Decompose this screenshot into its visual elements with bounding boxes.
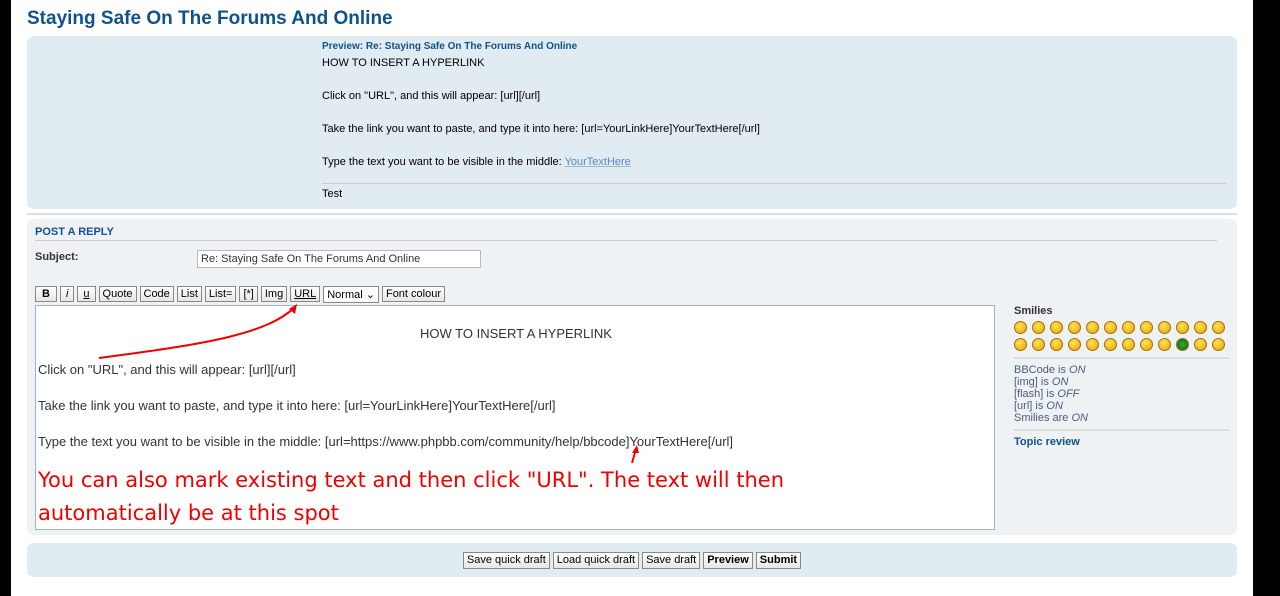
topic-review-link[interactable]: Topic review [1014, 436, 1229, 448]
status-flash: [flash] is OFF [1014, 388, 1080, 400]
font-colour-button[interactable]: Font colour [381, 286, 445, 302]
bold-button[interactable]: B [35, 286, 57, 302]
smiley-icon[interactable] [1140, 338, 1153, 351]
font-size-select[interactable]: Normal ⌄ [323, 286, 379, 303]
preview-panel: Preview: Re: Staying Safe On The Forums … [27, 36, 1237, 209]
preview-line: HOW TO INSERT A HYPERLINK [322, 57, 485, 69]
bbcode-toolbar: B i u Quote Code List List= [*] Img URL … [35, 286, 445, 303]
smiley-icon[interactable] [1032, 321, 1045, 334]
post-options-status: BBCode is ON [img] is ON [flash] is OFF … [1014, 364, 1229, 431]
annotation-text: You can also mark existing text and then… [38, 468, 785, 525]
italic-button[interactable]: i [59, 286, 75, 302]
status-smilies: Smilies are ON [1014, 412, 1088, 424]
smiley-icon[interactable] [1176, 321, 1189, 334]
smiley-icon[interactable] [1158, 338, 1171, 351]
smilies-heading: Smilies [1014, 305, 1053, 317]
divider [27, 213, 1237, 215]
preview-line: Take the link you want to paste, and typ… [322, 123, 760, 135]
list-ordered-button[interactable]: List= [204, 286, 237, 302]
img-button[interactable]: Img [260, 286, 288, 302]
smiley-icon[interactable] [1086, 338, 1099, 351]
smiley-icon[interactable] [1122, 321, 1135, 334]
code-button[interactable]: Code [139, 286, 174, 302]
smiley-icon[interactable] [1176, 338, 1189, 351]
smiley-icon[interactable] [1194, 321, 1207, 334]
list-item-button[interactable]: [*] [239, 286, 258, 302]
smiley-icon[interactable] [1068, 338, 1081, 351]
smiley-icon[interactable] [1050, 321, 1063, 334]
smiley-icon[interactable] [1194, 338, 1207, 351]
save-draft-button[interactable]: Save draft [642, 551, 701, 569]
reply-panel: POST A REPLY Subject: Re: Staying Safe O… [27, 219, 1237, 535]
status-img: [img] is ON [1014, 376, 1069, 388]
signature: Test [322, 183, 1226, 200]
underline-button[interactable]: u [77, 286, 96, 302]
body-line: Click on "URL", and this will appear: [u… [38, 362, 296, 377]
load-quick-draft-button[interactable]: Load quick draft [552, 551, 640, 569]
preview-heading: Preview: Re: Staying Safe On The Forums … [322, 41, 578, 52]
status-bbcode: BBCode is ON [1014, 364, 1086, 376]
smiley-icon[interactable] [1104, 321, 1117, 334]
topic-title[interactable]: Staying Safe On The Forums And Online [27, 8, 393, 30]
smiley-icon[interactable] [1050, 338, 1063, 351]
smiley-icon[interactable] [1158, 321, 1171, 334]
page: Staying Safe On The Forums And Online Pr… [11, 0, 1253, 596]
smiley-icon[interactable] [1014, 321, 1027, 334]
smilies-grid [1014, 321, 1229, 359]
preview-line: Click on "URL", and this will appear: [u… [322, 90, 541, 102]
quote-button[interactable]: Quote [98, 286, 137, 302]
smiley-icon[interactable] [1068, 321, 1081, 334]
subject-input[interactable]: Re: Staying Safe On The Forums And Onlin… [197, 250, 481, 268]
reply-heading: POST A REPLY [35, 226, 1217, 241]
smiley-icon[interactable] [1122, 338, 1135, 351]
body-line: Type the text you want to be visible in … [38, 434, 734, 449]
list-button[interactable]: List [176, 286, 202, 302]
smiley-icon[interactable] [1140, 321, 1153, 334]
preview-link[interactable]: YourTextHere [565, 156, 631, 168]
smiley-icon[interactable] [1014, 338, 1027, 351]
smiley-icon[interactable] [1104, 338, 1117, 351]
preview-button[interactable]: Preview [703, 551, 753, 569]
smiley-icon[interactable] [1212, 321, 1225, 334]
smiley-icon[interactable] [1086, 321, 1099, 334]
sidebar: Smilies BBCode is ON [img] is ON [flash]… [1014, 305, 1229, 448]
submit-buttons: Save quick draft Load quick draft Save d… [27, 543, 1237, 577]
smiley-icon[interactable] [1212, 338, 1225, 351]
status-url: [url] is ON [1014, 400, 1063, 412]
save-quick-draft-button[interactable]: Save quick draft [462, 551, 550, 569]
submit-button[interactable]: Submit [755, 551, 802, 569]
body-line: Take the link you want to paste, and typ… [38, 398, 556, 413]
chevron-down-icon: ⌄ [365, 289, 375, 301]
smiley-icon[interactable] [1032, 338, 1045, 351]
message-textarea[interactable]: HOW TO INSERT A HYPERLINK Click on "URL"… [35, 305, 995, 530]
url-button[interactable]: URL [290, 286, 321, 302]
body-line: HOW TO INSERT A HYPERLINK [420, 326, 612, 341]
preview-line: Type the text you want to be visible in … [322, 156, 631, 168]
subject-label: Subject: [35, 251, 79, 263]
